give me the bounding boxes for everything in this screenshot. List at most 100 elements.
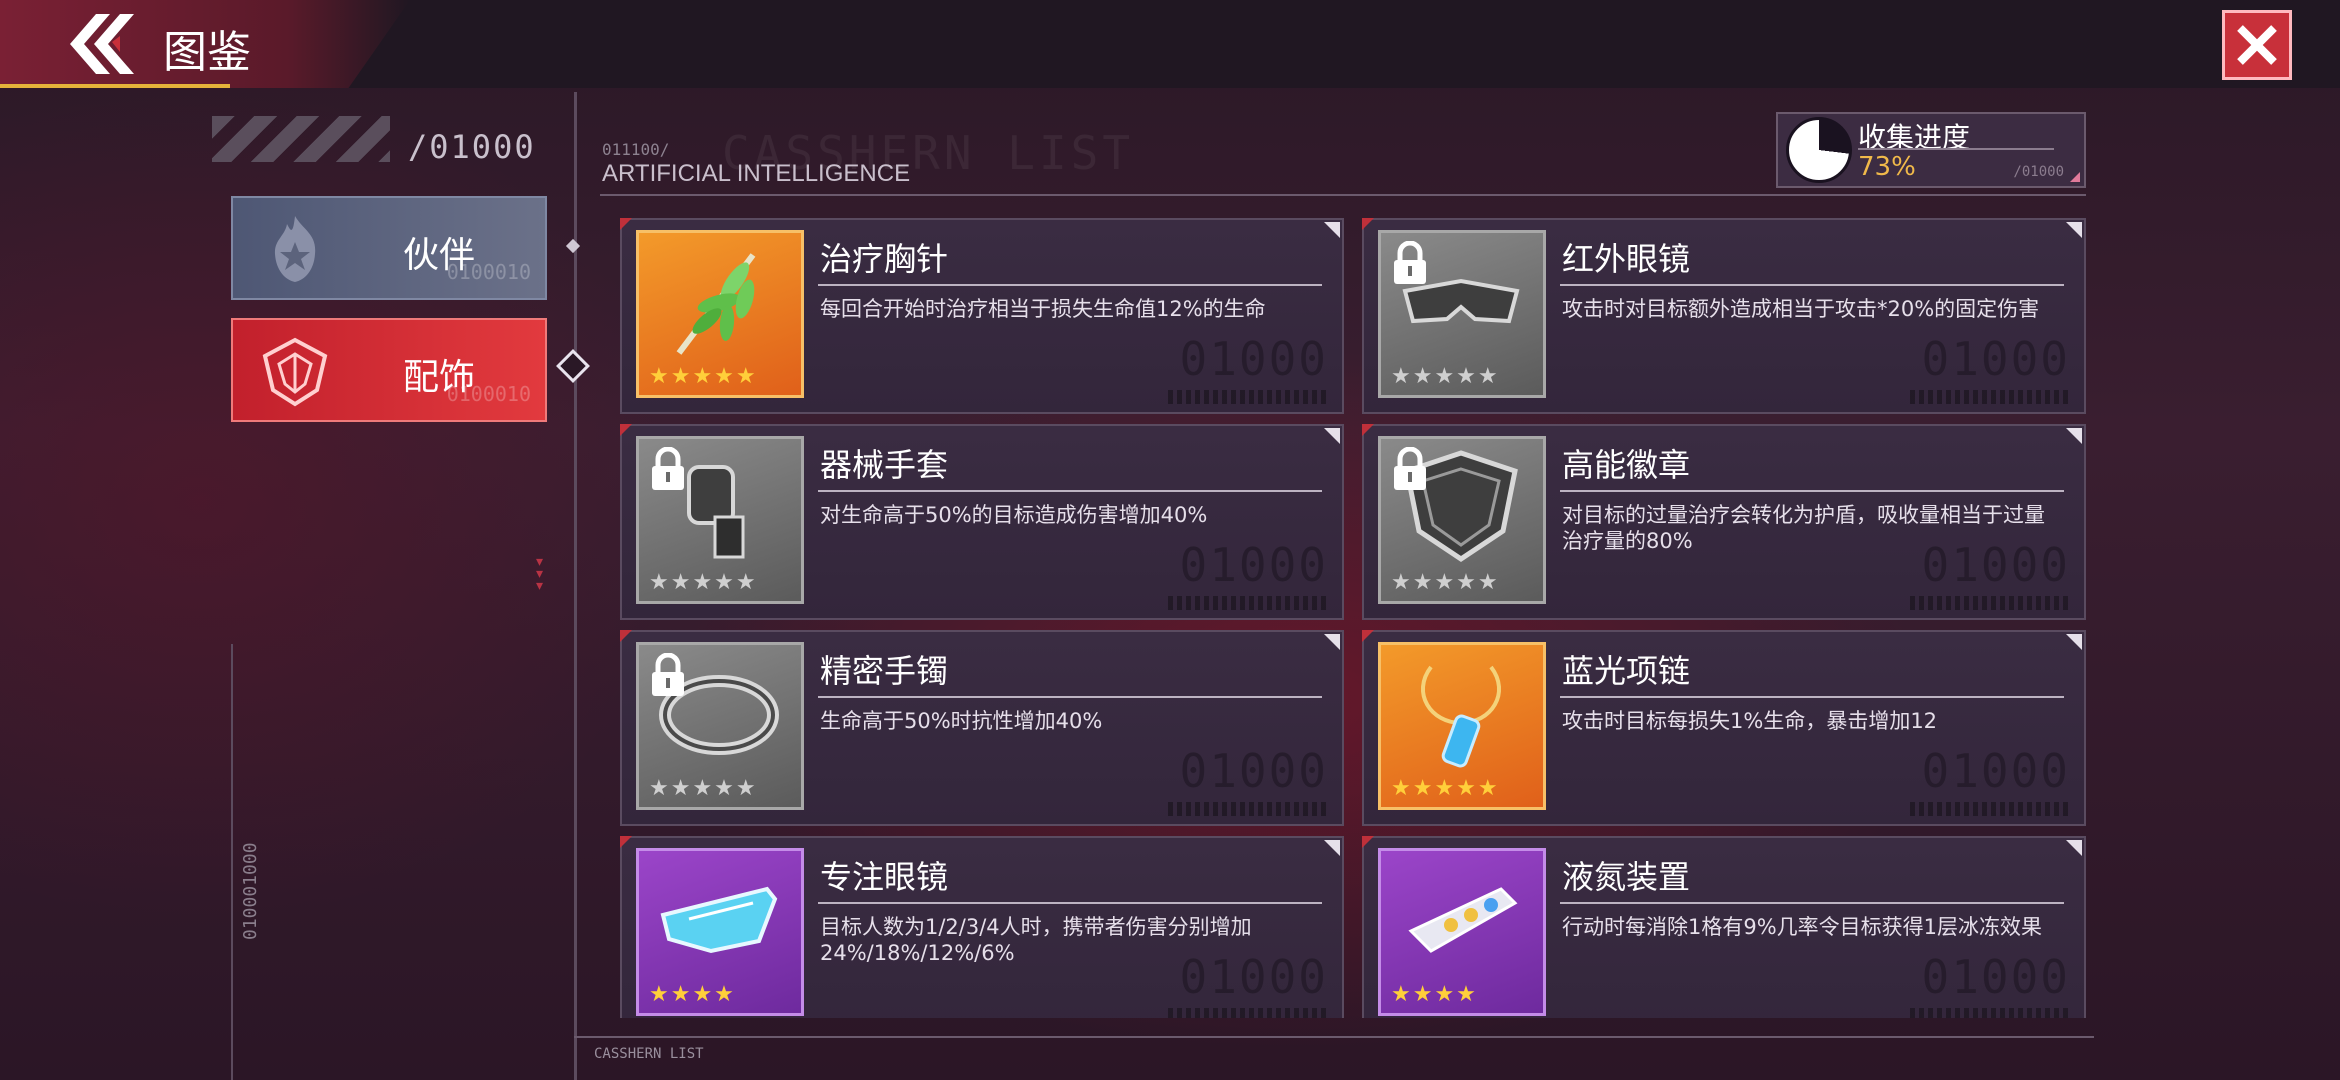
corner-marker [2066, 634, 2082, 650]
selected-tab-indicator [556, 349, 590, 383]
item-card[interactable]: ★★★★★ 治疗胸针 每回合开始时治疗相当于损失生命值12%的生命 01000 [620, 218, 1344, 414]
vertical-code: 010001000 [240, 842, 261, 940]
item-name: 红外眼镜 [1562, 240, 1691, 278]
star-rating: ★★★★★ [1391, 364, 1500, 389]
star-rating: ★★★★★ [649, 776, 758, 801]
item-watermark: 01000 [1921, 332, 2070, 386]
leaf-brooch-icon [676, 253, 756, 355]
item-icon-frame: ★★★★★ [636, 642, 804, 810]
decor-bars [1910, 802, 2070, 816]
corner-accent [620, 424, 632, 436]
item-name-underline [818, 902, 1322, 904]
list-header-line [600, 194, 2086, 196]
item-name-underline [818, 284, 1322, 286]
top-bar [0, 0, 2340, 88]
item-icon-frame: ★★★★ [636, 848, 804, 1016]
corner-accent [1362, 424, 1374, 436]
corner-marker [1324, 634, 1340, 650]
corner-accent [620, 836, 632, 848]
corner-marker [2070, 172, 2080, 182]
decor-bars [1910, 596, 2070, 610]
corner-marker [2066, 428, 2082, 444]
item-watermark: 01000 [1179, 950, 1328, 1004]
corner-marker [1324, 428, 1340, 444]
tab-accessory-code: 0100010 [446, 382, 531, 406]
item-watermark: 01000 [1921, 538, 2070, 592]
footer-line [574, 1036, 2094, 1038]
item-icon-frame: ★★★★★ [1378, 230, 1546, 398]
tab-partner-code: 0100010 [446, 260, 531, 284]
lock-icon [1394, 241, 1426, 284]
top-bar-underline [0, 84, 230, 88]
collection-label: 收集进度 [1858, 121, 1971, 154]
lock-icon [652, 447, 684, 490]
item-name: 器械手套 [820, 446, 949, 484]
item-icon-frame: ★★★★ [1378, 848, 1546, 1016]
star-rating: ★★★★ [1391, 982, 1478, 1007]
liquid-nitrogen-device-icon [1408, 887, 1518, 953]
item-watermark: 01000 [1179, 332, 1328, 386]
item-card[interactable]: ★★★★★ 高能徽章 对目标的过量治疗会转化为护盾，吸收量相当于过量治疗量的80… [1362, 424, 2086, 620]
item-icon-frame: ★★★★★ [1378, 642, 1546, 810]
decor-stripes [212, 116, 390, 162]
item-watermark: 01000 [1921, 950, 2070, 1004]
item-description: 生命高于50%时抗性增加40% [820, 709, 1103, 733]
item-description: 每回合开始时治疗相当于损失生命值12%的生命 [820, 297, 1266, 321]
item-name: 专注眼镜 [820, 858, 949, 896]
item-description: 攻击时目标每损失1%生命，暴击增加12 [1562, 709, 1938, 733]
tab-partner[interactable]: 伙伴 0100010 [231, 196, 547, 300]
item-name-underline [1560, 284, 2064, 286]
star-rating: ★★★★★ [649, 364, 758, 389]
collection-value: 73% [1858, 152, 1916, 182]
lock-icon [1394, 447, 1426, 490]
corner-accent [1362, 836, 1374, 848]
divider-vertical-left [231, 644, 233, 1080]
star-rating: ★★★★★ [649, 570, 758, 595]
visor-glasses-icon [660, 886, 778, 954]
item-description: 攻击时对目标额外造成相当于攻击*20%的固定伤害 [1562, 297, 2040, 321]
item-name-underline [818, 696, 1322, 698]
decor-ticks: ▾ ▾ ▾ [536, 554, 544, 594]
item-card[interactable]: ★★★★★ 器械手套 对生命高于50%的目标造成伤害增加40% 01000 [620, 424, 1344, 620]
item-name-underline [818, 490, 1322, 492]
item-name: 高能徽章 [1562, 446, 1691, 484]
item-watermark: 01000 [1921, 744, 2070, 798]
item-icon-frame: ★★★★★ [636, 230, 804, 398]
corner-marker [1324, 222, 1340, 238]
item-card[interactable]: ★★★★ 液氮装置 行动时每消除1格有9%几率令目标获得1层冰冻效果 01000 [1362, 836, 2086, 1018]
page-title: 图鉴 [163, 27, 251, 78]
divider-node [565, 238, 581, 254]
tab-accessory[interactable]: 配饰 0100010 [231, 318, 547, 422]
progress-pie-icon [1786, 117, 1852, 183]
item-name: 治疗胸针 [820, 240, 949, 278]
item-icon-frame: ★★★★★ [636, 436, 804, 604]
item-name: 液氮装置 [1562, 858, 1691, 896]
item-card[interactable]: ★★★★★ 蓝光项链 攻击时目标每损失1%生命，暴击增加12 01000 [1362, 630, 2086, 826]
collection-progress: 收集进度 73% /01000 [1776, 112, 2086, 188]
corner-marker [2066, 840, 2082, 856]
corner-marker [1324, 840, 1340, 856]
item-card[interactable]: ★★★★★ 精密手镯 生命高于50%时抗性增加40% 01000 [620, 630, 1344, 826]
corner-accent [1362, 630, 1374, 642]
decor-bars [1168, 390, 1328, 404]
double-chevron-left-icon [70, 14, 134, 74]
close-icon [2237, 25, 2277, 65]
blue-crystal-necklace-icon [1420, 665, 1502, 768]
item-watermark: 01000 [1179, 538, 1328, 592]
back-button[interactable] [58, 12, 138, 76]
star-rating: ★★★★★ [1391, 570, 1500, 595]
decor-bars [1168, 802, 1328, 816]
item-name-underline [1560, 902, 2064, 904]
decor-bars [1910, 390, 2070, 404]
item-card[interactable]: ★★★★★ 红外眼镜 攻击时对目标额外造成相当于攻击*20%的固定伤害 0100… [1362, 218, 2086, 414]
star-rating: ★★★★ [649, 982, 736, 1007]
item-name: 蓝光项链 [1562, 652, 1691, 690]
item-grid: ★★★★★ 治疗胸针 每回合开始时治疗相当于损失生命值12%的生命 01000 … [620, 218, 2086, 1018]
list-subtitle: ARTIFICIAL INTELLIGENCE [602, 160, 911, 187]
decor-bars [1168, 1008, 1328, 1018]
lock-icon [652, 653, 684, 696]
close-button[interactable] [2222, 10, 2292, 80]
sidebar-count: /01000 [408, 128, 536, 166]
item-watermark: 01000 [1179, 744, 1328, 798]
item-card[interactable]: ★★★★ 专注眼镜 目标人数为1/2/3/4人时，携带者伤害分别增加24%/18… [620, 836, 1344, 1018]
